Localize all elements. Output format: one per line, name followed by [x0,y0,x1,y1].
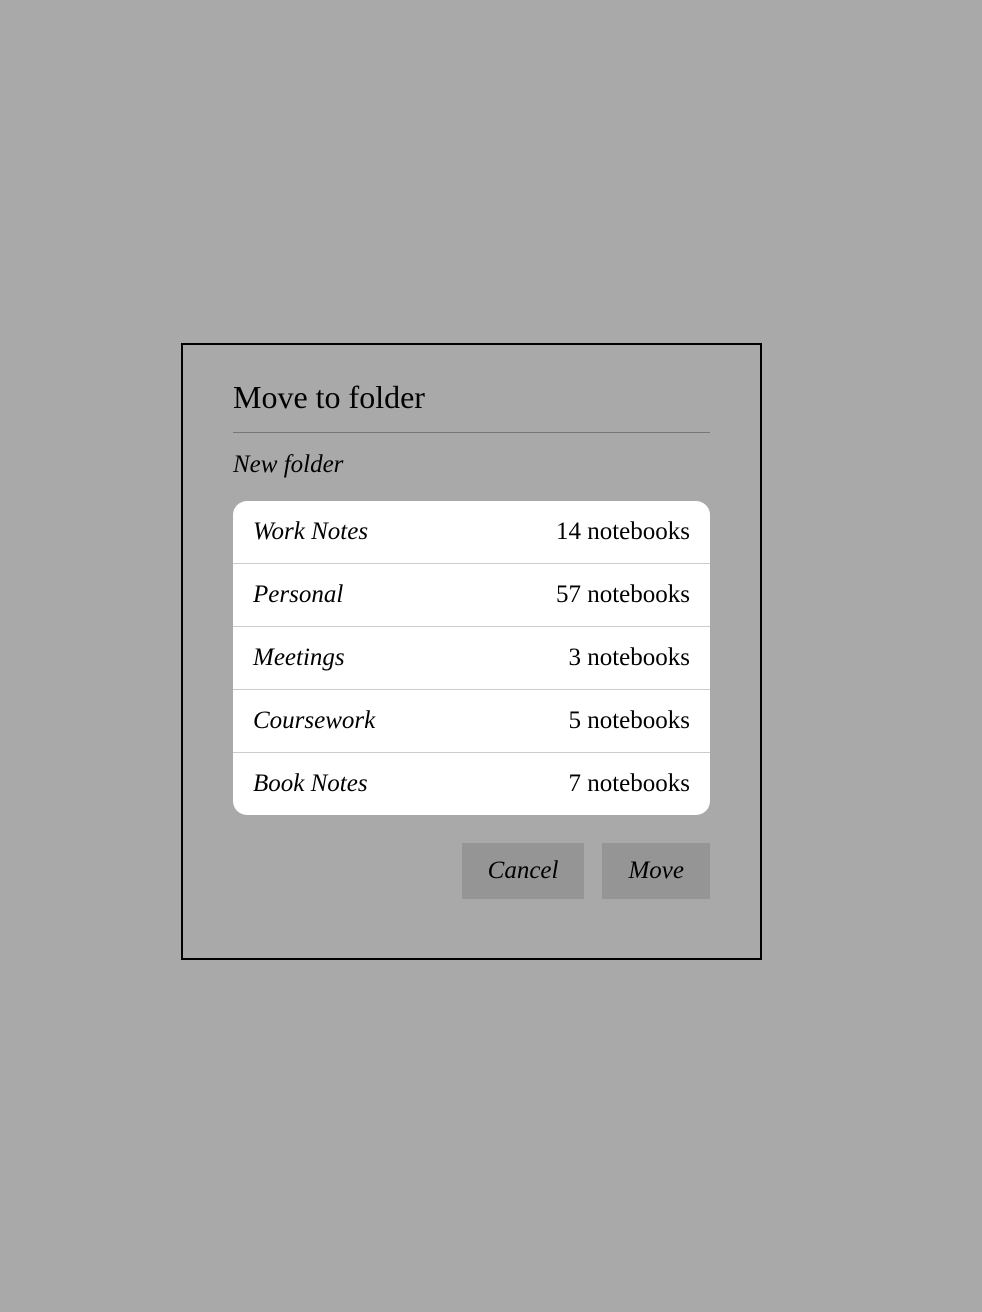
folder-count: 57 notebooks [556,581,690,609]
folder-row[interactable]: Coursework 5 notebooks [233,690,710,753]
folder-row[interactable]: Book Notes 7 notebooks [233,753,710,815]
folder-name: Personal [253,581,343,609]
folder-list: Work Notes 14 notebooks Personal 57 note… [233,501,710,815]
folder-count: 5 notebooks [568,707,690,735]
folder-row[interactable]: Meetings 3 notebooks [233,627,710,690]
folder-row[interactable]: Personal 57 notebooks [233,564,710,627]
folder-name: Work Notes [253,518,368,546]
folder-count: 3 notebooks [568,644,690,672]
folder-count: 14 notebooks [556,518,690,546]
folder-name: Coursework [253,707,375,735]
cancel-button[interactable]: Cancel [462,843,585,899]
dialog-title: Move to folder [233,379,710,433]
folder-row[interactable]: Work Notes 14 notebooks [233,501,710,564]
move-button[interactable]: Move [602,843,710,899]
folder-name: Book Notes [253,770,368,798]
new-folder-link[interactable]: New folder [233,433,710,501]
move-to-folder-dialog: Move to folder New folder Work Notes 14 … [181,343,762,960]
folder-count: 7 notebooks [568,770,690,798]
folder-name: Meetings [253,644,345,672]
